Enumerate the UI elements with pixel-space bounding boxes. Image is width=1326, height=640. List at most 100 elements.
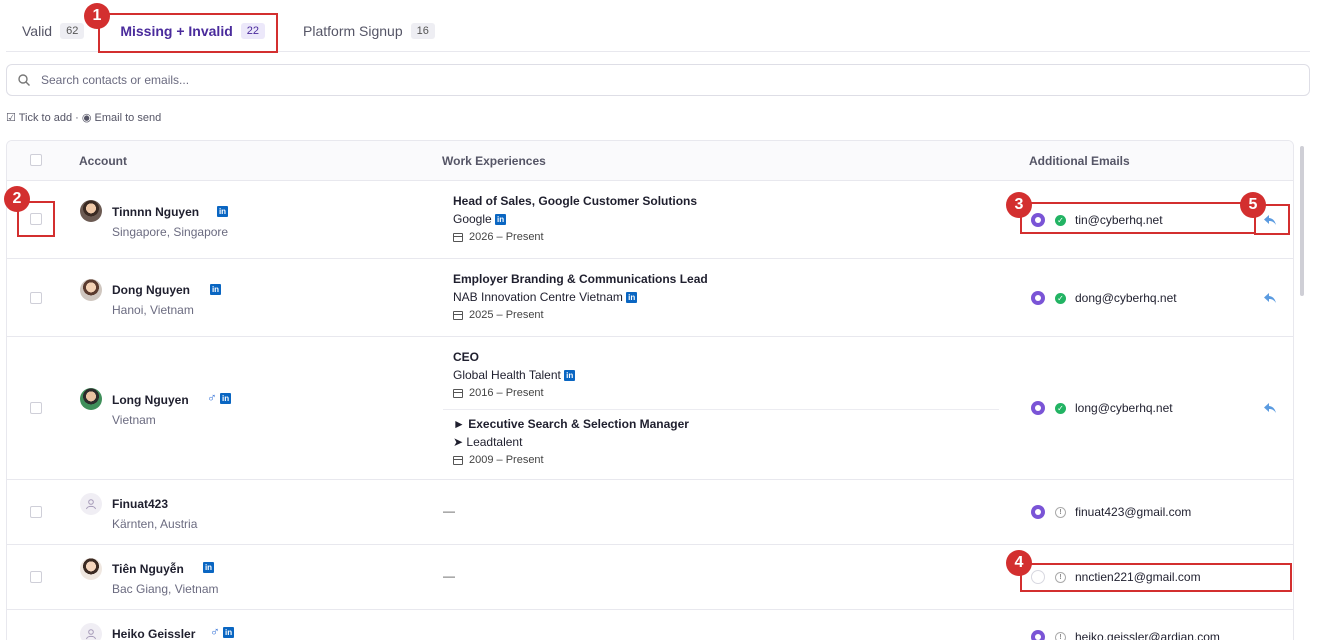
- linkedin-icon[interactable]: in: [217, 206, 228, 218]
- job-dates: 2016 – Present: [469, 387, 544, 399]
- tab-count-badge: 62: [60, 23, 85, 39]
- valid-check-icon: ✓: [1055, 402, 1066, 414]
- contact-location: Kärnten, Austria: [112, 517, 198, 531]
- contact-name: Long Nguyen: [112, 393, 189, 407]
- contact-name: Dong Nguyen: [112, 283, 190, 297]
- avatar: [80, 493, 102, 515]
- selection-legend: ☑ Tick to add · ◉ Email to send: [6, 112, 162, 124]
- user-icon: [86, 629, 96, 640]
- linkedin-icon[interactable]: in: [203, 562, 214, 574]
- company-name: Global Health Talent: [453, 368, 561, 382]
- email-send-radio[interactable]: [1031, 291, 1045, 305]
- linkedin-icon[interactable]: in: [564, 370, 576, 382]
- male-gender-icon: ♂: [210, 624, 220, 639]
- avatar: [80, 388, 102, 410]
- work-experience: ► Executive Search & Selection Manager ➤…: [453, 415, 689, 469]
- avatar: [80, 279, 102, 301]
- annotation-badge-2: 2: [4, 186, 30, 212]
- row-checkbox[interactable]: [30, 402, 42, 414]
- email-entry: ! heiko.geissler@ardian.com: [1031, 630, 1220, 640]
- row-checkbox[interactable]: [30, 506, 42, 518]
- table-row: Finuat423 Kärnten, Austria — ! finuat423…: [7, 480, 1293, 545]
- valid-check-icon: ✓: [1055, 292, 1066, 304]
- row-checkbox[interactable]: [30, 571, 42, 583]
- table-header: Account Work Experiences Additional Emai…: [7, 141, 1293, 181]
- tab-label: Valid: [22, 23, 53, 39]
- annotation-badge-3: 3: [1006, 192, 1032, 218]
- reply-icon[interactable]: [1263, 292, 1277, 304]
- header-work-experiences: Work Experiences: [442, 154, 546, 168]
- table-row: Dong Nguyen in Hanoi, Vietnam Employer B…: [7, 259, 1293, 337]
- email-address: finuat423@gmail.com: [1075, 505, 1192, 519]
- unknown-status-icon: !: [1055, 506, 1066, 518]
- email-entry: ! finuat423@gmail.com: [1031, 505, 1191, 519]
- user-icon: [86, 499, 96, 510]
- annotation-badge-1: 1: [84, 3, 110, 29]
- table-row: Long Nguyen ♂ in Vietnam CEO Global Heal…: [7, 337, 1293, 480]
- job-dates: 2026 – Present: [469, 231, 544, 243]
- contact-name: Tiên Nguyễn: [112, 562, 184, 576]
- calendar-icon: [453, 310, 463, 320]
- tab-label: Platform Signup: [303, 23, 403, 39]
- calendar-icon: [453, 455, 463, 465]
- email-address: heiko.geissler@ardian.com: [1075, 630, 1220, 640]
- contact-name: Tinnnn Nguyen: [112, 205, 200, 219]
- tab-platform-signup[interactable]: Platform Signup 16: [287, 12, 451, 50]
- job-title: Employer Branding & Communications Lead: [453, 272, 708, 286]
- annotation-badge-5: 5: [1240, 192, 1266, 218]
- reply-icon[interactable]: [1263, 402, 1277, 414]
- email-send-radio[interactable]: [1031, 630, 1045, 640]
- search-icon: [18, 74, 30, 86]
- contact-location: Hanoi, Vietnam: [112, 303, 194, 317]
- annotation-box-4: [1020, 563, 1292, 592]
- email-address: long@cyberhq.net: [1075, 401, 1173, 415]
- empty-experience: —: [443, 504, 455, 518]
- annotation-badge-4: 4: [1006, 550, 1032, 576]
- contact-location: Vietnam: [112, 413, 156, 427]
- header-account: Account: [79, 154, 127, 168]
- email-entry: ✓ long@cyberhq.net: [1031, 401, 1173, 415]
- avatar: [80, 558, 102, 580]
- contact-location: Singapore, Singapore: [112, 225, 229, 239]
- work-experience: Head of Sales, Google Customer Solutions…: [453, 192, 697, 246]
- job-dates: 2025 – Present: [469, 309, 544, 321]
- avatar: [80, 623, 102, 640]
- work-experience: CEO Global Health Talent in 2016 – Prese…: [453, 348, 576, 402]
- row-checkbox[interactable]: [30, 292, 42, 304]
- select-all-checkbox[interactable]: [30, 154, 42, 166]
- linkedin-icon[interactable]: in: [220, 393, 232, 405]
- search-bar: [6, 64, 1310, 96]
- tab-count-badge: 16: [410, 23, 435, 39]
- contact-name: Heiko Geissler: [112, 627, 196, 640]
- search-input[interactable]: [41, 73, 1309, 87]
- linkedin-icon[interactable]: in: [223, 627, 235, 639]
- male-gender-icon: ♂: [207, 390, 217, 405]
- email-send-radio[interactable]: [1031, 505, 1045, 519]
- job-title: CEO: [453, 350, 480, 364]
- scrollbar[interactable]: [1300, 146, 1304, 296]
- unknown-status-icon: !: [1055, 631, 1066, 640]
- contact-name: Finuat423: [112, 497, 169, 511]
- linkedin-icon[interactable]: in: [210, 284, 221, 296]
- contact-location: Bac Giang, Vietnam: [112, 582, 219, 596]
- annotation-box-3: [1020, 202, 1256, 234]
- avatar: [80, 200, 102, 222]
- job-title: ► Executive Search & Selection Manager: [453, 417, 689, 431]
- work-experience: Employer Branding & Communications Lead …: [453, 270, 708, 324]
- linkedin-icon[interactable]: in: [495, 214, 507, 226]
- table-row: Heiko Geissler ♂ in ! heiko.geissler@ard…: [7, 610, 1293, 640]
- empty-experience: —: [443, 569, 455, 583]
- header-additional-emails: Additional Emails: [1029, 154, 1130, 168]
- annotation-box-1: [98, 13, 278, 53]
- email-entry: ✓ dong@cyberhq.net: [1031, 291, 1177, 305]
- job-title: Head of Sales, Google Customer Solutions: [453, 194, 698, 208]
- email-send-radio[interactable]: [1031, 401, 1045, 415]
- company-name: ➤ Leadtalent: [453, 435, 523, 449]
- email-address: dong@cyberhq.net: [1075, 291, 1177, 305]
- company-name: Google: [453, 212, 492, 226]
- job-dates: 2009 – Present: [469, 454, 544, 466]
- company-name: NAB Innovation Centre Vietnam: [453, 290, 623, 304]
- linkedin-icon[interactable]: in: [626, 292, 638, 304]
- experience-divider: [443, 409, 999, 410]
- calendar-icon: [453, 388, 463, 398]
